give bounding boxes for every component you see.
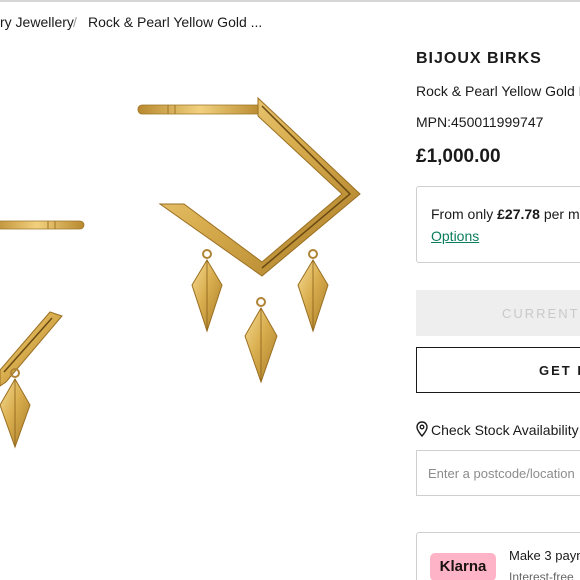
klarna-subtitle: Interest-free — [509, 570, 574, 580]
product-info: BIJOUX BIRKS Rock & Pearl Yellow Gold Ho… — [416, 0, 580, 580]
left-earring — [0, 220, 85, 449]
finance-box: From only £27.78 per mo Options — [416, 186, 580, 263]
postcode-input[interactable] — [416, 450, 580, 496]
get-link-button[interactable]: GET LI — [416, 347, 580, 393]
breadcrumb-item-current[interactable]: Rock & Pearl Yellow Gold ... — [88, 14, 262, 30]
klarna-logo: Klarna — [430, 553, 496, 580]
klarna-title: Make 3 payn — [509, 548, 580, 563]
product-title: Rock & Pearl Yellow Gold Ho — [416, 83, 580, 99]
location-pin-icon — [416, 421, 428, 437]
product-mpn: MPN:450011999747 — [416, 114, 544, 130]
product-price: £1,000.00 — [416, 146, 501, 167]
finance-options-link[interactable]: Options — [431, 228, 479, 244]
right-earring — [137, 96, 361, 384]
finance-amount: £27.78 — [497, 206, 540, 222]
brand-name[interactable]: BIJOUX BIRKS — [416, 50, 542, 68]
check-stock-label: Check Stock Availability Lo — [431, 422, 580, 438]
product-image[interactable] — [0, 40, 390, 580]
currently-unavailable-button: CURRENTLY — [416, 290, 580, 336]
gold-hoop-earrings-image — [0, 96, 361, 449]
breadcrumb-item-jewellery[interactable]: ry Jewellery — [0, 14, 74, 30]
finance-text: From only £27.78 per mo — [431, 206, 580, 222]
klarna-box[interactable]: Klarna Make 3 payn Interest-free — [416, 532, 580, 580]
breadcrumb-separator: / — [73, 14, 77, 30]
